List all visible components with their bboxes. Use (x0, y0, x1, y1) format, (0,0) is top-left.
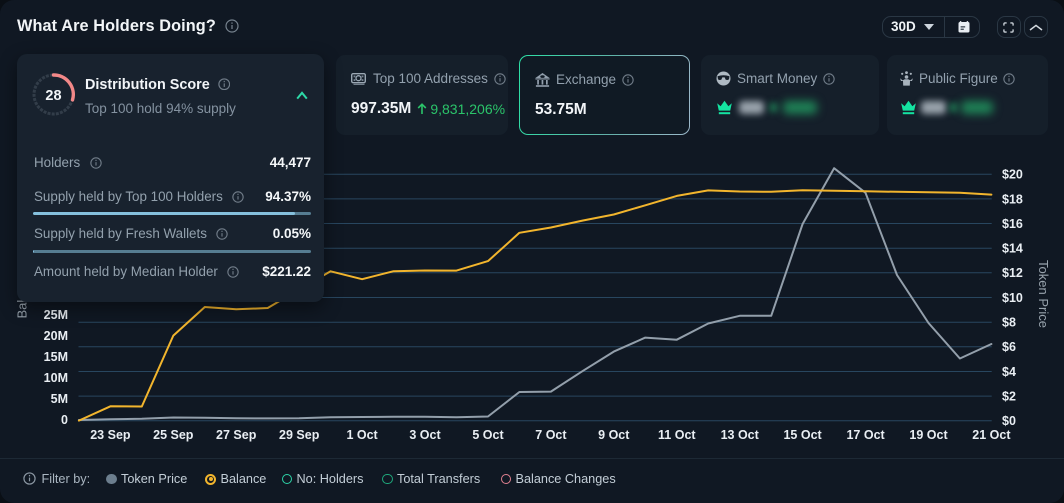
svg-text:13 Oct: 13 Oct (721, 428, 760, 442)
svg-text:5 Oct: 5 Oct (472, 428, 504, 442)
svg-text:21 Oct: 21 Oct (972, 428, 1011, 442)
svg-text:$12: $12 (1002, 266, 1023, 280)
svg-text:$16: $16 (1002, 217, 1023, 231)
svg-text:20M: 20M (44, 329, 68, 343)
svg-text:$0: $0 (1002, 414, 1016, 428)
svg-text:19 Oct: 19 Oct (909, 428, 948, 442)
svg-text:$18: $18 (1002, 192, 1023, 206)
svg-text:25 Sep: 25 Sep (153, 428, 194, 442)
svg-text:29 Sep: 29 Sep (279, 428, 320, 442)
svg-text:$4: $4 (1002, 365, 1016, 379)
svg-text:$10: $10 (1002, 291, 1023, 305)
svg-text:7 Oct: 7 Oct (535, 428, 567, 442)
svg-text:9 Oct: 9 Oct (598, 428, 630, 442)
svg-text:Token Price: Token Price (1036, 260, 1051, 328)
svg-text:$8: $8 (1002, 316, 1016, 330)
svg-text:15M: 15M (44, 350, 68, 364)
svg-text:17 Oct: 17 Oct (846, 428, 885, 442)
svg-text:11 Oct: 11 Oct (658, 428, 696, 442)
svg-text:$20: $20 (1002, 168, 1023, 182)
svg-text:$14: $14 (1002, 242, 1023, 256)
svg-text:3 Oct: 3 Oct (409, 428, 441, 442)
svg-text:5M: 5M (51, 392, 68, 406)
svg-text:28: 28 (45, 88, 61, 104)
svg-text:$2: $2 (1002, 390, 1016, 404)
svg-text:1 Oct: 1 Oct (346, 428, 378, 442)
svg-text:$6: $6 (1002, 340, 1016, 354)
svg-text:23 Sep: 23 Sep (90, 428, 131, 442)
svg-text:10M: 10M (44, 371, 68, 385)
svg-text:0: 0 (61, 413, 68, 427)
svg-text:25M: 25M (44, 308, 68, 322)
svg-text:27 Sep: 27 Sep (216, 428, 257, 442)
svg-text:15 Oct: 15 Oct (783, 428, 822, 442)
